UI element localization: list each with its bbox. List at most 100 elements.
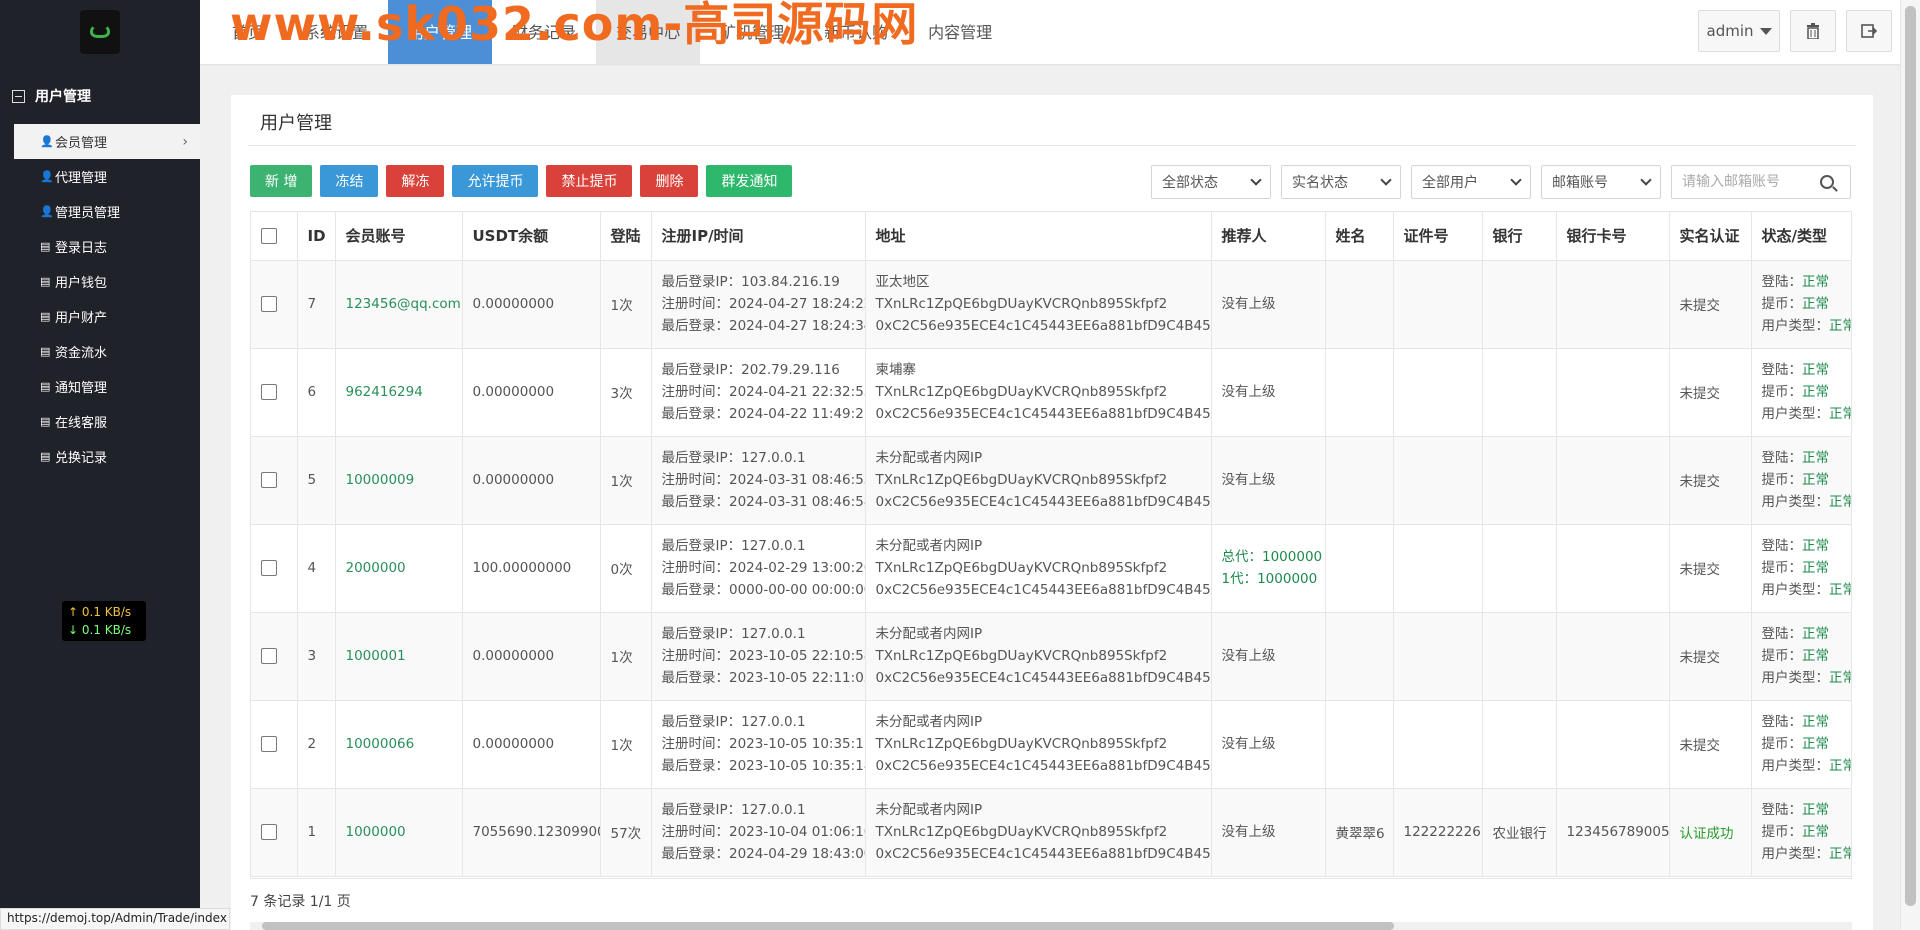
table-row[interactable]: 5 10000009 0.00000000 1次 最后登录IP：127.0.0.1 注册时… [251, 436, 1851, 525]
checkbox-cell [251, 260, 298, 349]
column-header: ID [297, 212, 336, 261]
ip-region: 柬埔寨 [875, 362, 917, 378]
search-icon[interactable] [1820, 175, 1834, 189]
erc-address: 0xC2C56e935ECE4c1C45443EE6a881bfD9C4B45A… [875, 318, 1211, 334]
withdraw-status: 提币：正常 [1761, 645, 1852, 667]
row-checkbox[interactable] [261, 384, 277, 400]
account-type-select[interactable]: 邮箱账号 [1541, 165, 1661, 199]
topnav-item[interactable]: 内容管理 [908, 0, 1012, 64]
trc-address: TXnLRc1ZpQE6bgDUayKVCRQnb895Skfpf2 [875, 296, 1168, 312]
withdraw-status-value: 正常 [1802, 648, 1829, 664]
user-type: 用户类型：正常用户 [1761, 579, 1852, 601]
cell-id: 3 [297, 612, 336, 701]
erc-address: 0xC2C56e935ECE4c1C45443EE6a881bfD9C4B45A… [875, 494, 1211, 510]
user-type-value: 正常用户 [1829, 494, 1851, 510]
user-type-select[interactable]: 全部用户 [1411, 165, 1531, 199]
sidebar-section-title[interactable]: 用户管理 [12, 86, 91, 106]
cell-referrer: 总代：1000000 1代：1000000 [1211, 524, 1326, 613]
account-link[interactable]: 123456@qq.com [346, 296, 461, 312]
allow-withdraw-button[interactable]: 允许提币 [452, 165, 539, 197]
admin-dropdown[interactable]: admin [1698, 10, 1780, 52]
user-type-label: 用户类型： [1761, 846, 1830, 862]
row-checkbox[interactable] [261, 648, 277, 664]
referrer-text: 没有上级 [1221, 384, 1276, 400]
unfreeze-button[interactable]: 解冻 [386, 165, 445, 197]
table-row[interactable]: 7 123456@qq.com 0.00000000 1次 最后登录IP：103.84.… [251, 260, 1851, 349]
row-checkbox[interactable] [261, 472, 277, 488]
sidebar-item[interactable]: ▤ 用户钱包 [14, 264, 200, 299]
table-row[interactable]: 4 2000000 100.00000000 0次 最后登录IP：127.0.0.1 注册… [251, 524, 1852, 613]
login-status: 登陆：正常 [1762, 623, 1852, 645]
chevron-down-icon [1250, 174, 1262, 186]
sidebar-item[interactable]: ▤ 资金流水 [14, 334, 200, 369]
page-vertical-scrollbar[interactable] [1900, 0, 1920, 930]
row-checkbox[interactable] [261, 560, 277, 576]
sidebar-item[interactable]: ▤ 通知管理 [14, 369, 200, 404]
table-row[interactable]: 2 10000066 0.00000000 1次 最后登录IP：127.0.0.1 注册时… [251, 700, 1852, 789]
cell-logins: 1次 [600, 436, 652, 525]
sidebar-item[interactable]: ▤ 在线客服 [14, 404, 200, 439]
referrer-text: 没有上级 [1221, 472, 1276, 488]
cell-balance: 7055690.12309900 [462, 788, 601, 877]
cell-ip-time: 最后登录IP：127.0.0.1 注册时间：2023-10-05 10:35:11… [651, 700, 866, 789]
search-input[interactable] [1680, 173, 1820, 191]
collapse-icon[interactable] [12, 89, 25, 103]
list-icon: ▤ [40, 240, 51, 253]
login-status: 登陆：正常 [1762, 535, 1852, 557]
sidebar-item[interactable]: 👤 会员管理 › [14, 124, 200, 159]
sidebar-item[interactable]: ▤ 兑换记录 [14, 439, 200, 474]
account-link[interactable]: 10000066 [346, 736, 415, 752]
clear-cache-button[interactable] [1790, 10, 1836, 52]
last-login-ip: 最后登录IP：127.0.0.1 [661, 714, 806, 730]
withdraw-status-label: 提币： [1761, 472, 1803, 488]
account-link[interactable]: 1000001 [346, 648, 406, 664]
withdraw-status-label: 提币： [1761, 648, 1803, 664]
row-checkbox[interactable] [261, 296, 277, 312]
user-type-value: 正常用户 [1829, 318, 1851, 334]
account-link[interactable]: 1000000 [346, 824, 406, 840]
account-link[interactable]: 2000000 [346, 560, 406, 576]
column-header: 证件号 [1393, 212, 1483, 261]
account-link[interactable]: 10000009 [346, 472, 415, 488]
sidebar-item[interactable]: ▤ 登录日志 [14, 229, 200, 264]
row-checkbox[interactable] [261, 736, 277, 752]
cell-address: 未分配或者内网IP TXnLRc1ZpQE6bgDUayKVCRQnb895Skf… [865, 788, 1212, 877]
sidebar-item[interactable]: ▤ 用户财产 [14, 299, 200, 334]
table-row[interactable]: 6 962416294 0.00000000 3次 最后登录IP：202.79.29.1… [251, 348, 1851, 437]
cell-bank [1482, 612, 1557, 701]
withdraw-status: 提币：正常 [1762, 733, 1852, 755]
cell-account: 2000000 [335, 524, 463, 613]
realname-select[interactable]: 实名状态 [1281, 165, 1401, 199]
page-scrollbar-thumb[interactable] [1905, 6, 1916, 906]
referrer-text: 没有上级 [1221, 824, 1276, 840]
logout-button[interactable] [1846, 10, 1892, 52]
ip-region: 未分配或者内网IP [875, 450, 983, 466]
login-status-label: 登陆： [1761, 714, 1803, 730]
add-button[interactable]: 新 增 [250, 165, 313, 197]
account-link[interactable]: 962416294 [346, 384, 423, 400]
sidebar-item-label: 通知管理 [55, 381, 108, 396]
delete-button[interactable]: 删除 [640, 165, 699, 197]
sidebar-item[interactable]: 👤 管理员管理 [14, 194, 200, 229]
table-scrollbar-thumb[interactable] [262, 922, 1394, 930]
status-select[interactable]: 全部状态 [1151, 165, 1271, 199]
table-horizontal-scrollbar[interactable] [250, 922, 1852, 930]
user-type-label: 用户类型： [1761, 582, 1830, 598]
table-row[interactable]: 1 1000000 7055690.12309900 57次 最后登录IP：127.0.… [251, 788, 1851, 877]
freeze-button[interactable]: 冻结 [320, 165, 379, 197]
cell-balance: 0.00000000 [462, 700, 601, 789]
sidebar-item[interactable]: 👤 代理管理 [14, 159, 200, 194]
forbid-withdraw-button[interactable]: 禁止提币 [546, 165, 633, 197]
withdraw-status-label: 提币： [1761, 824, 1803, 840]
network-speed-widget: ↑ 0.1 KB/s ↓ 0.1 KB/s [62, 601, 146, 641]
table-row[interactable]: 3 1000001 0.00000000 1次 最后登录IP：127.0.0.1 注册时间… [251, 612, 1852, 701]
trc-address: TXnLRc1ZpQE6bgDUayKVCRQnb895Skfpf2 [875, 736, 1168, 752]
row-checkbox[interactable] [261, 824, 277, 840]
withdraw-status-value: 正常 [1802, 736, 1829, 752]
cell-id: 1 [297, 788, 336, 877]
sidebar-item-label: 会员管理 [55, 136, 108, 151]
mass-notify-button[interactable]: 群发通知 [706, 165, 793, 197]
admin-label: admin [1706, 22, 1754, 40]
trc-address: TXnLRc1ZpQE6bgDUayKVCRQnb895Skfpf2 [875, 472, 1168, 488]
select-all-checkbox[interactable] [261, 228, 277, 245]
